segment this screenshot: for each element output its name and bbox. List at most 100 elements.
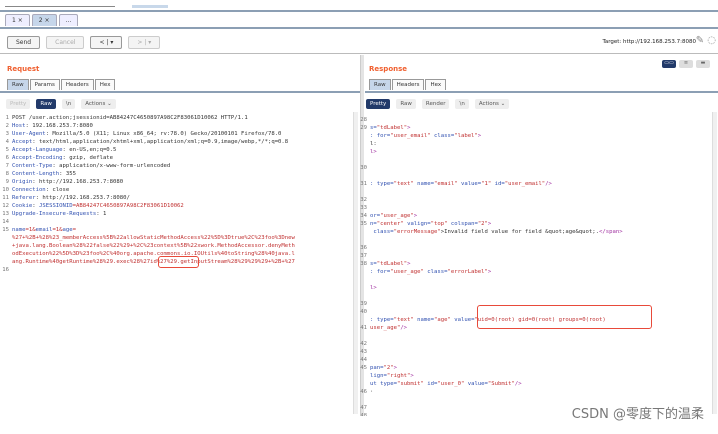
request-tab-headers[interactable]: Headers [60,79,94,90]
code-token: "tdLabel" [376,261,408,267]
edit-target-icon[interactable]: ✎ ◌ [696,35,716,46]
line-number: 12 [2,203,9,209]
code-token: </span> [599,229,623,235]
line-number: 47 [360,405,367,411]
response-render-button[interactable]: Render [421,99,450,109]
code-line: 10 Connection: close [0,186,352,194]
line-number: 14 [2,219,9,225]
code-token: odExecution%22%5D%3D%23foo%2C%40org.apac… [12,251,295,257]
forward-button[interactable]: > | ▾ [128,36,161,49]
response-tab-headers[interactable]: Headers [391,79,425,90]
response-tab-hex[interactable]: Hex [425,79,447,90]
request-newline-button[interactable]: \n [61,99,76,109]
code-token: > [407,261,411,267]
code-line: 34 or= "user_age" > [358,212,710,220]
cancel-button[interactable]: Cancel [46,36,85,49]
code-token: or= [370,213,381,219]
repeater-tab-2[interactable]: 2 × [31,14,57,26]
code-line: 4 Accept: text/html,application/xhtml+xml… [0,138,352,146]
response-newline-button[interactable]: \n [455,99,469,109]
code-line: : for= "user_age" class= "errorLabel" > [358,268,710,276]
response-title: Response [369,65,407,73]
layout-top-bottom-icon[interactable]: ≡ [679,60,693,68]
code-token: user_age" [370,325,401,331]
line-number [358,132,370,140]
code-token: >Invalid field value for field &quot;age… [440,229,600,235]
code-token: l> [370,285,377,291]
code-token: : 355 [59,171,76,177]
code-token: · [370,389,374,395]
request-pretty-button[interactable]: Pretty [6,99,31,109]
line-number: 29 [360,125,367,131]
code-token: Accept-Encoding [12,155,63,161]
line-number: 9 [5,179,9,185]
line-number [358,276,370,284]
code-token: /> [545,181,552,187]
line-number [358,156,370,164]
back-button[interactable]: < | ▾ [90,36,123,49]
code-line: 12 Cookie: JSESSIONID =AB84247C4650897A98C… [0,202,352,210]
code-token: =1& [52,227,63,233]
highlight-box [158,256,199,268]
code-line: 11 Referer: http://192.168.253.7:8080/ [0,194,352,202]
request-tab-hex[interactable]: Hex [94,79,116,90]
send-button[interactable]: Send [7,36,41,49]
line-number [0,242,12,250]
layout-side-by-side-icon[interactable]: ▭▭ [662,60,676,68]
repeater-tab-1[interactable]: 1 × [5,14,30,26]
code-token: Accept [12,139,33,145]
highlight-box [477,305,652,329]
repeater-tabs: 1 × 2 × ... [5,14,79,26]
code-token: : en-US,en;q=0.5 [62,147,117,153]
code-token: > [487,269,492,275]
request-tab-params[interactable]: Params [29,79,60,90]
line-number: 10 [2,187,9,193]
code-token: Cookie [12,203,33,209]
code-line [358,292,710,300]
code-token: : http://192.168.253.7:8080/ [35,195,130,201]
code-token: Origin [12,179,33,185]
code-token: Content-Type [12,163,53,169]
response-tab-raw[interactable]: Raw [369,79,391,90]
code-token: > [477,133,482,139]
code-line: 43 [358,348,710,356]
code-token: s= [370,261,377,267]
line-number: 40 [360,309,367,315]
code-line: +java.lang.Boolean%28%22false%22%29+%2C%… [0,242,352,250]
response-actions-dropdown[interactable]: Actions ⌄ [474,99,510,109]
request-view-controls: Pretty Raw \n Actions ⌄ [6,99,116,109]
code-token: "2" [383,365,394,371]
repeater-tab-new[interactable]: ... [58,14,79,26]
code-token: User-Agent [12,131,46,137]
response-raw-button[interactable]: Raw [396,99,416,109]
line-number [0,250,12,258]
line-number [358,316,370,324]
response-pretty-button[interactable]: Pretty [366,99,391,109]
code-token: %27+%2B+%28%23_memberAccess%5B%22allowSt… [12,235,295,241]
line-number [358,292,370,300]
code-token: "user_email" [390,133,431,139]
layout-tabs-icon[interactable]: ▬ [696,60,710,68]
code-token: : http://192.168.253.7:8080 [32,179,124,185]
line-number [0,258,12,266]
line-number [358,372,370,380]
code-token: id= [423,381,438,387]
response-editor[interactable]: 28 29 s= "tdLabel" >: for= "user_email" class… [358,116,710,416]
request-raw-button[interactable]: Raw [36,99,56,109]
code-token: > [413,213,418,219]
response-title-text: Response [369,65,408,73]
code-token: s= [370,125,377,131]
line-number: 36 [360,245,367,251]
line-number [0,234,12,242]
request-actions-dropdown[interactable]: Actions ⌄ [81,99,116,109]
code-line: 38 s= "tdLabel" > [358,260,710,268]
code-token: name [12,227,26,233]
code-token: > [393,365,397,371]
request-tab-raw[interactable]: Raw [7,79,29,90]
response-view-controls: Pretty Raw Render \n Actions ⌄ [366,99,510,109]
response-scrollbar[interactable] [712,112,717,414]
code-token: "errorMessage" [393,229,441,235]
line-number: 46 [360,389,367,395]
code-token: "email" [434,181,458,187]
line-number: 39 [360,301,367,307]
